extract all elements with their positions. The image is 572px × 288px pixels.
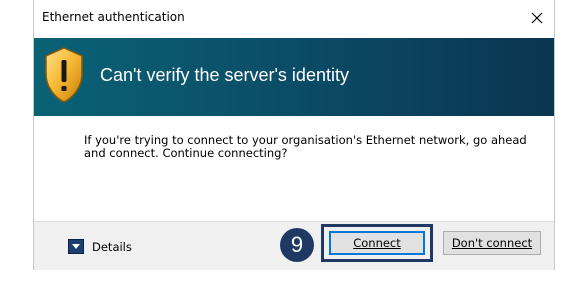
step-number-badge: 9 <box>280 228 314 262</box>
close-button[interactable] <box>524 6 550 30</box>
chevron-down-icon <box>72 243 80 249</box>
connect-button-label: Connect <box>353 236 401 250</box>
details-expander <box>68 239 84 254</box>
warning-banner: Can't verify the server's identity <box>34 38 554 116</box>
details-toggle[interactable]: Details <box>68 239 132 254</box>
warning-shield-icon <box>45 47 83 103</box>
ethernet-auth-dialog: Ethernet authentication Can't verify the… <box>33 0 555 270</box>
window-title: Ethernet authentication <box>42 10 185 24</box>
dialog-footer: Details 9 Connect Don't connect <box>34 221 554 270</box>
dont-connect-button[interactable]: Don't connect <box>443 231 541 255</box>
title-bar: Ethernet authentication <box>34 0 554 38</box>
close-icon <box>531 12 543 24</box>
dialog-message: If you're trying to connect to your orga… <box>84 133 527 160</box>
dont-connect-button-label: Don't connect <box>451 236 533 250</box>
connect-button[interactable]: Connect <box>329 231 425 255</box>
details-label: Details <box>92 239 132 254</box>
banner-heading: Can't verify the server's identity <box>100 65 349 85</box>
